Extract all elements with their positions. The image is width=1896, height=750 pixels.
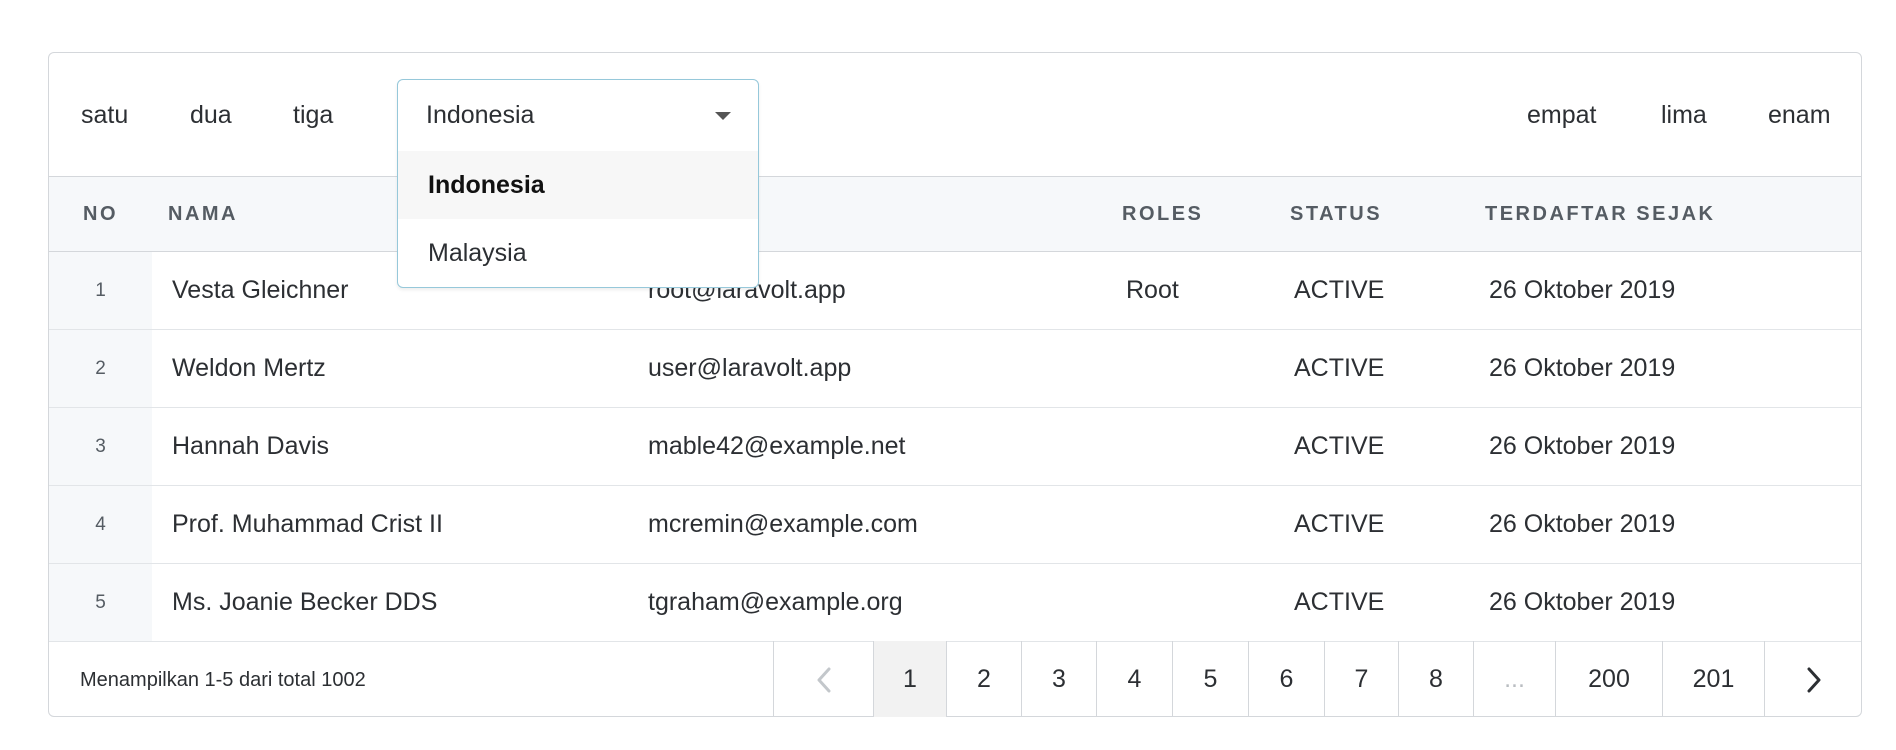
column-header-nama[interactable]: NAMA [168,177,238,252]
page-button-5[interactable]: 5 [1173,641,1249,717]
cell-status: ACTIVE [1294,354,1385,382]
cell-terdaftar: 26 Oktober 2019 [1489,510,1676,538]
page-button-2[interactable]: 2 [947,641,1022,717]
row-number: 5 [49,564,152,641]
cell-terdaftar: 26 Oktober 2019 [1489,276,1676,304]
next-page-button[interactable] [1765,641,1863,717]
caret-down-icon[interactable] [715,112,731,120]
menu-link-dua[interactable]: dua [190,53,232,177]
page-button-4[interactable]: 4 [1097,641,1173,717]
page-button-3[interactable]: 3 [1022,641,1097,717]
country-select-value[interactable]: Indonesia [398,80,758,151]
chevron-left-icon [817,667,830,693]
cell-terdaftar: 26 Oktober 2019 [1489,432,1676,460]
pagination-summary: Menampilkan 1-5 dari total 1002 [80,669,366,691]
country-option-indonesia[interactable]: Indonesia [398,151,758,219]
cell-status: ACTIVE [1294,276,1385,304]
table-header: NO NAMA ROLES STATUS TERDAFTAR SEJAK [49,177,1861,252]
country-option-malaysia[interactable]: Malaysia [398,219,758,287]
chevron-right-icon [1807,667,1821,693]
cell-nama: Prof. Muhammad Crist II [172,510,443,538]
menu-link-tiga[interactable]: tiga [293,53,333,177]
cell-nama: Hannah Davis [172,432,330,460]
page-button-8[interactable]: 8 [1399,641,1474,717]
page-ellipsis: ... [1474,641,1556,717]
page-button-201[interactable]: 201 [1663,641,1765,717]
toolbar: satu dua tiga empat lima enam [49,53,1861,177]
cell-email: mable42@example.net [648,432,906,460]
table-row: 3 Hannah Davis mable42@example.net ACTIV… [49,408,1861,486]
menu-link-lima[interactable]: lima [1661,53,1707,177]
menu-link-empat[interactable]: empat [1527,53,1596,177]
row-number: 4 [49,486,152,563]
row-number: 1 [49,252,152,329]
page-button-7[interactable]: 7 [1325,641,1399,717]
cell-nama: Ms. Joanie Becker DDS [172,588,438,616]
cell-status: ACTIVE [1294,588,1385,616]
cell-email: user@laravolt.app [648,354,852,382]
table-row: 4 Prof. Muhammad Crist II mcremin@exampl… [49,486,1861,564]
cell-terdaftar: 26 Oktober 2019 [1489,354,1676,382]
row-number: 3 [49,408,152,485]
column-header-no[interactable]: NO [83,177,118,252]
cell-terdaftar: 26 Oktober 2019 [1489,588,1676,616]
row-number: 2 [49,330,152,407]
table-footer: Menampilkan 1-5 dari total 1002 1 2 3 4 … [49,641,1861,717]
page-button-6[interactable]: 6 [1249,641,1325,717]
users-table-card: satu dua tiga empat lima enam Indonesia … [48,52,1862,717]
cell-roles: Root [1126,276,1179,304]
menu-link-enam[interactable]: enam [1768,53,1831,177]
country-select[interactable]: Indonesia Indonesia Malaysia [397,79,759,288]
column-header-roles[interactable]: ROLES [1122,177,1203,252]
page-button-200[interactable]: 200 [1556,641,1663,717]
cell-status: ACTIVE [1294,510,1385,538]
cell-nama: Vesta Gleichner [172,276,349,304]
column-header-status[interactable]: STATUS [1290,177,1382,252]
prev-page-button[interactable] [774,641,874,717]
table-row: 5 Ms. Joanie Becker DDS tgraham@example.… [49,564,1861,642]
menu-link-satu[interactable]: satu [81,53,128,177]
pagination: 1 2 3 4 5 6 7 8 ... 200 201 [773,641,1862,717]
column-header-terdaftar[interactable]: TERDAFTAR SEJAK [1485,177,1715,252]
table-row: 1 Vesta Gleichner root@laravolt.app Root… [49,252,1861,330]
table-row: 2 Weldon Mertz user@laravolt.app ACTIVE … [49,330,1861,408]
cell-email: tgraham@example.org [648,588,903,616]
page-button-1[interactable]: 1 [874,641,947,717]
cell-nama: Weldon Mertz [172,354,326,382]
cell-status: ACTIVE [1294,432,1385,460]
cell-email: mcremin@example.com [648,510,918,538]
